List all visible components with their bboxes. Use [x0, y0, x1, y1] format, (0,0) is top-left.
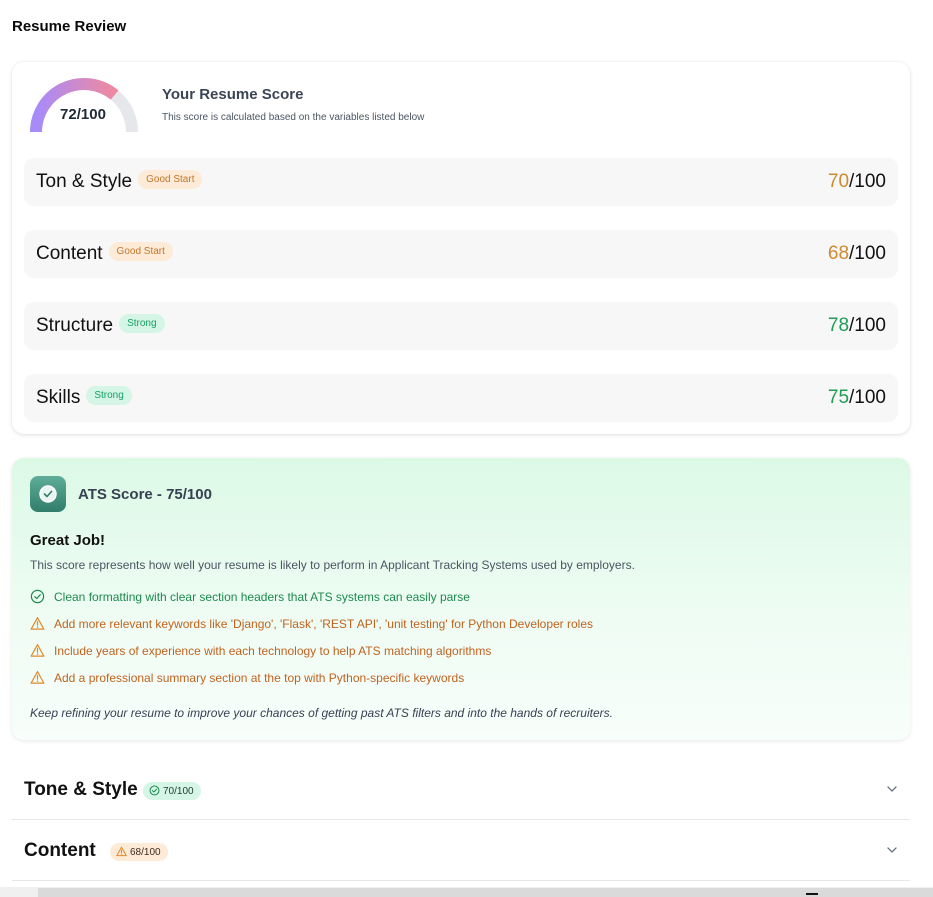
page-title: Resume Review — [12, 18, 127, 35]
section-content[interactable]: Content 68/100 — [12, 820, 910, 881]
category-score: 78/100 — [827, 315, 886, 336]
category-score: 75/100 — [827, 387, 886, 408]
category-score: 70/100 — [827, 171, 886, 192]
warning-triangle-icon — [116, 846, 127, 857]
section-title: Content — [24, 840, 96, 861]
scrollbar-thumb[interactable] — [38, 888, 933, 897]
category-badge: Good Start — [138, 170, 203, 190]
score-title: Your Resume Score — [162, 86, 304, 103]
ats-title: ATS Score - 75/100 — [78, 486, 212, 503]
score-subtitle: This score is calculated based on the va… — [162, 112, 425, 123]
section-title: Tone & Style — [24, 779, 138, 800]
category-badge: Strong — [119, 314, 165, 334]
section-score-badge: 70/100 — [143, 782, 201, 800]
category-name: Skills — [36, 387, 81, 408]
category-row-structure: Structure Strong 78/100 — [24, 302, 898, 350]
ats-headline: Great Job! — [30, 532, 106, 549]
chevron-down-icon[interactable] — [886, 844, 898, 856]
scrollbar-indicator — [806, 893, 818, 895]
category-name: Structure — [36, 315, 114, 336]
category-badge: Strong — [86, 386, 132, 406]
chevron-down-icon[interactable] — [886, 783, 898, 795]
ats-footer: Keep refining your resume to improve you… — [30, 706, 613, 720]
warning-triangle-icon — [30, 671, 45, 684]
category-name: Content — [36, 243, 103, 264]
category-row-tone-style: Ton & Style Good Start 70/100 — [24, 158, 898, 206]
warning-triangle-icon — [30, 617, 45, 630]
ats-score-card: ATS Score - 75/100 Great Job! This score… — [12, 458, 910, 740]
ats-description: This score represents how well your resu… — [30, 558, 635, 572]
score-gauge-label: 72/100 — [60, 106, 106, 123]
category-row-skills: Skills Strong 75/100 — [24, 374, 898, 422]
category-name: Ton & Style — [36, 171, 133, 192]
category-row-content: Content Good Start 68/100 — [24, 230, 898, 278]
check-circle-icon — [149, 785, 160, 796]
resume-score-card: 72/100 Your Resume Score This score is c… — [12, 62, 910, 434]
warning-triangle-icon — [30, 644, 45, 657]
category-badge: Good Start — [108, 242, 173, 262]
check-shield-icon — [30, 476, 66, 512]
category-score: 68/100 — [827, 243, 886, 264]
section-tone-style[interactable]: Tone & Style 70/100 — [12, 759, 910, 820]
section-score-badge: 68/100 — [110, 843, 168, 861]
horizontal-scrollbar[interactable] — [0, 887, 933, 897]
check-circle-icon — [30, 589, 45, 604]
